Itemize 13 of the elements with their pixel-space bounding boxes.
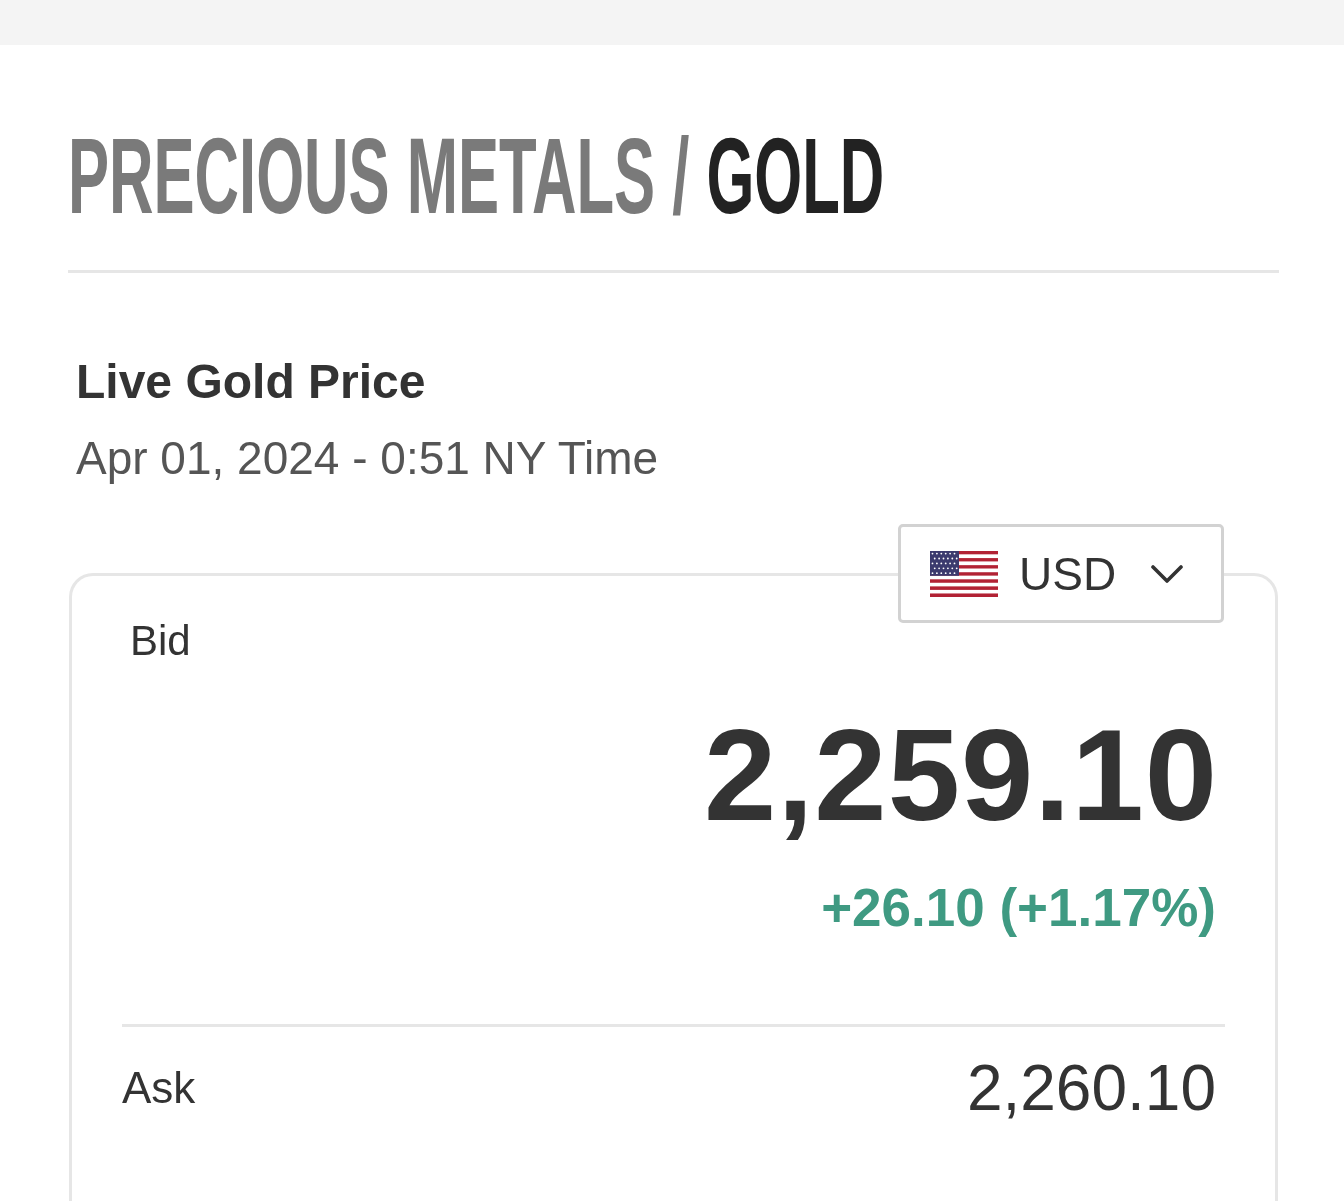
bid-price: 2,259.10 bbox=[703, 710, 1218, 840]
breadcrumb-separator: / bbox=[672, 122, 690, 230]
ask-price: 2,260.10 bbox=[966, 1052, 1216, 1124]
panel-title: Live Gold Price bbox=[76, 355, 426, 409]
page-title: GOLD bbox=[706, 122, 885, 230]
currency-select[interactable]: USD bbox=[898, 524, 1224, 623]
ask-label: Ask bbox=[122, 1062, 196, 1114]
chevron-down-icon bbox=[1151, 564, 1183, 583]
price-change: +26.10 (+1.17%) bbox=[821, 878, 1216, 938]
breadcrumb-link[interactable]: PRECIOUS METALS bbox=[68, 122, 656, 230]
bid-label: Bid bbox=[130, 616, 191, 666]
flag-icon bbox=[930, 550, 998, 597]
timestamp: Apr 01, 2024 - 0:51 NY Time bbox=[76, 431, 659, 485]
